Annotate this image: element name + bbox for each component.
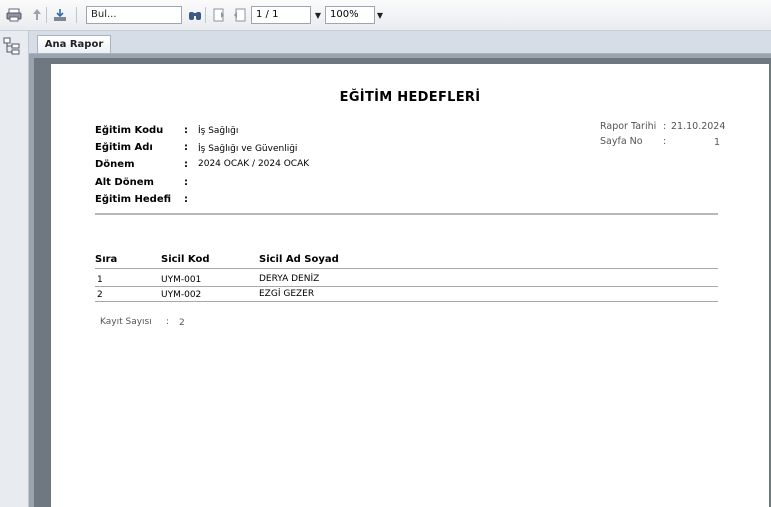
page-dropdown-icon[interactable]: ▼ xyxy=(313,6,323,24)
table-cell: 2 xyxy=(97,290,103,300)
column-header: Sıra xyxy=(95,254,118,265)
group-tree-sidebar xyxy=(0,31,29,507)
next-page-icon[interactable] xyxy=(230,6,248,24)
tab-ana-rapor[interactable]: Ana Rapor xyxy=(37,35,111,53)
field-label: Eğitim Adı xyxy=(95,142,153,153)
record-count-colon: : xyxy=(166,317,170,327)
meta-label: Sayfa No xyxy=(600,136,643,147)
table-cell: DERYA DENİZ xyxy=(259,274,320,284)
field-colon: : xyxy=(184,142,188,153)
print-icon[interactable] xyxy=(5,6,23,24)
toolbar-separator xyxy=(46,7,47,23)
field-label: Eğitim Hedefi xyxy=(95,194,172,205)
table-cell: UYM-002 xyxy=(161,290,202,300)
toolbar-separator xyxy=(76,7,77,23)
field-label: Alt Dönem xyxy=(95,177,154,188)
report-title: EĞİTİM HEDEFLERİ xyxy=(339,90,481,105)
field-colon: : xyxy=(184,194,188,205)
toolbar-separator xyxy=(205,7,206,23)
record-count-value: 2 xyxy=(179,318,185,328)
meta-colon: : xyxy=(663,136,667,147)
page-number-input[interactable]: 1 / 1 xyxy=(251,6,311,24)
field-value: İş Sağlığı xyxy=(198,126,239,136)
field-label: Eğitim Kodu xyxy=(95,125,164,136)
report-page: EĞİTİM HEDEFLERİ Eğitim Kodu : İş Sağlığ… xyxy=(51,64,769,507)
column-header: Sicil Ad Soyad xyxy=(259,254,339,265)
report-toolbar: Bul... 1 / 1 ▼ 100% ▼ xyxy=(0,0,771,31)
field-label: Dönem xyxy=(95,159,135,170)
meta-colon: : xyxy=(663,121,667,132)
field-colon: : xyxy=(184,159,188,170)
column-header: Sicil Kod xyxy=(161,254,210,265)
binoculars-icon[interactable] xyxy=(186,6,204,24)
report-tab-strip: Ana Rapor xyxy=(29,31,771,54)
group-tree-icon[interactable] xyxy=(3,37,21,55)
header-divider xyxy=(95,213,718,215)
prev-page-icon[interactable] xyxy=(210,6,228,24)
field-colon: : xyxy=(184,177,188,188)
table-cell: EZGİ GEZER xyxy=(259,289,315,299)
field-colon: : xyxy=(184,125,188,136)
export-up-icon[interactable] xyxy=(28,6,46,24)
search-input[interactable]: Bul... xyxy=(86,6,182,24)
record-count-label: Kayıt Sayısı xyxy=(100,317,152,327)
zoom-input[interactable]: 100% xyxy=(325,6,375,24)
table-row-line xyxy=(95,301,718,302)
field-value: İş Sağlığı ve Güvenliği xyxy=(198,144,298,154)
table-row-line xyxy=(95,286,718,287)
meta-value: 1 xyxy=(713,137,720,148)
meta-value: 21.10.2024 xyxy=(671,121,726,132)
export-icon[interactable] xyxy=(51,6,69,24)
field-value: 2024 OCAK / 2024 OCAK xyxy=(198,159,310,169)
meta-label: Rapor Tarihi xyxy=(600,121,657,132)
table-header-line xyxy=(95,268,718,269)
zoom-dropdown-icon[interactable]: ▼ xyxy=(375,6,385,24)
table-cell: 1 xyxy=(97,275,103,285)
table-cell: UYM-001 xyxy=(161,275,202,285)
